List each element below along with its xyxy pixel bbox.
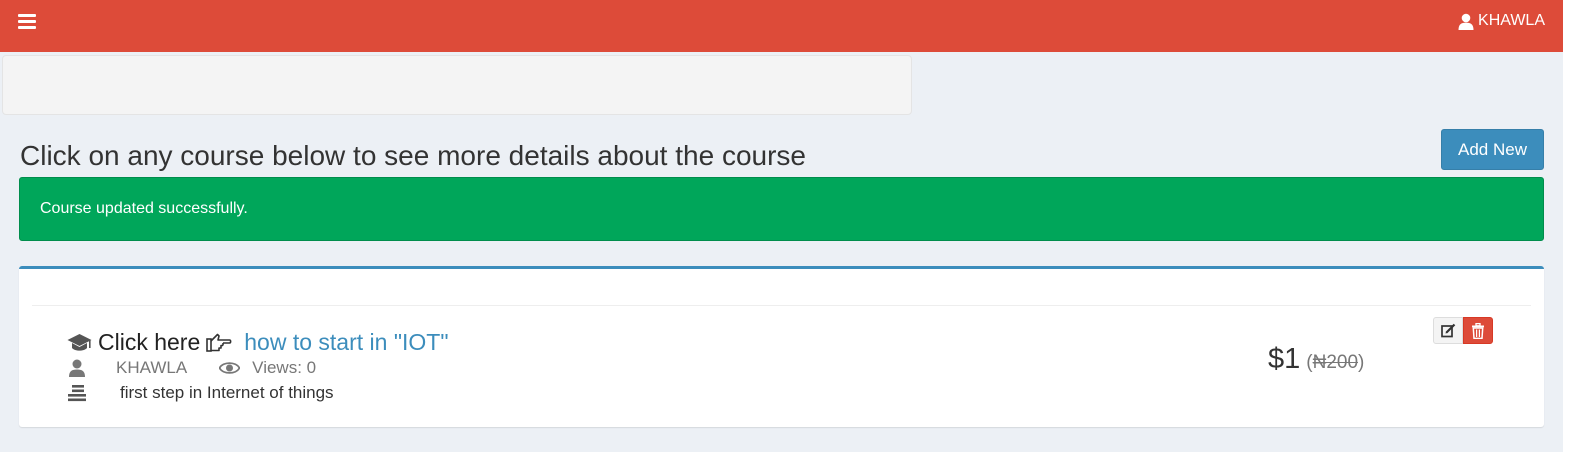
course-card: Click here how to start in "IOT" KHAWLA … bbox=[19, 266, 1544, 427]
original-price: (₦200) bbox=[1306, 352, 1364, 373]
click-here-label: Click here bbox=[98, 329, 201, 355]
course-title-row: Click here how to start in "IOT" bbox=[67, 329, 449, 356]
hand-pointer-right-icon bbox=[206, 333, 232, 353]
course-meta-row: KHAWLA Views: 0 bbox=[67, 358, 316, 378]
add-new-button[interactable]: Add New bbox=[1441, 129, 1544, 170]
eye-icon bbox=[219, 361, 241, 375]
user-menu[interactable]: KHAWLA bbox=[1458, 12, 1545, 30]
current-price: $1 bbox=[1268, 343, 1301, 375]
course-description-row: first step in Internet of things bbox=[67, 383, 334, 403]
success-alert: Course updated successfully. bbox=[19, 177, 1544, 241]
course-description: first step in Internet of things bbox=[120, 383, 334, 402]
scrollbar-track bbox=[1563, 0, 1570, 452]
trash-icon bbox=[1471, 322, 1485, 339]
user-name: KHAWLA bbox=[1478, 12, 1545, 29]
user-icon bbox=[1458, 13, 1474, 30]
edit-course-button[interactable] bbox=[1433, 317, 1463, 344]
old-price-close: ) bbox=[1358, 352, 1365, 373]
course-price: $1 (₦200) bbox=[1268, 343, 1364, 376]
course-title-link[interactable]: how to start in "IOT" bbox=[244, 329, 448, 356]
delete-course-button[interactable] bbox=[1463, 317, 1493, 344]
empty-panel bbox=[2, 55, 912, 115]
page-heading: Click on any course below to see more de… bbox=[20, 140, 806, 171]
divider bbox=[32, 305, 1531, 306]
course-author: KHAWLA bbox=[116, 358, 188, 377]
course-views: Views: 0 bbox=[252, 358, 317, 377]
graduation-cap-icon bbox=[67, 333, 92, 353]
user-icon bbox=[67, 359, 87, 377]
list-icon bbox=[67, 384, 87, 402]
top-navbar: KHAWLA bbox=[0, 0, 1563, 52]
hamburger-icon[interactable] bbox=[18, 14, 36, 30]
old-price-value: ₦200 bbox=[1312, 352, 1359, 373]
edit-icon bbox=[1440, 323, 1456, 338]
